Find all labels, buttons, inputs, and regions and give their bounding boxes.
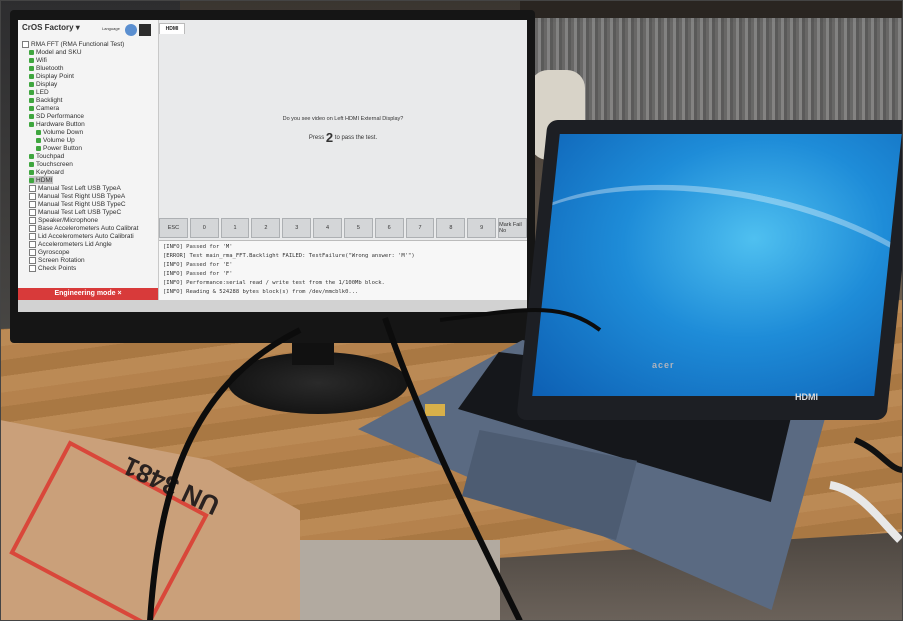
cable	[853, 437, 903, 473]
cables	[147, 308, 903, 621]
cable	[147, 327, 302, 621]
cable	[382, 317, 523, 621]
cable	[829, 481, 903, 543]
cable	[439, 308, 602, 332]
photo-scene: UN 3481 PHILIPS CrOS Factory ▾ Language …	[0, 0, 903, 621]
